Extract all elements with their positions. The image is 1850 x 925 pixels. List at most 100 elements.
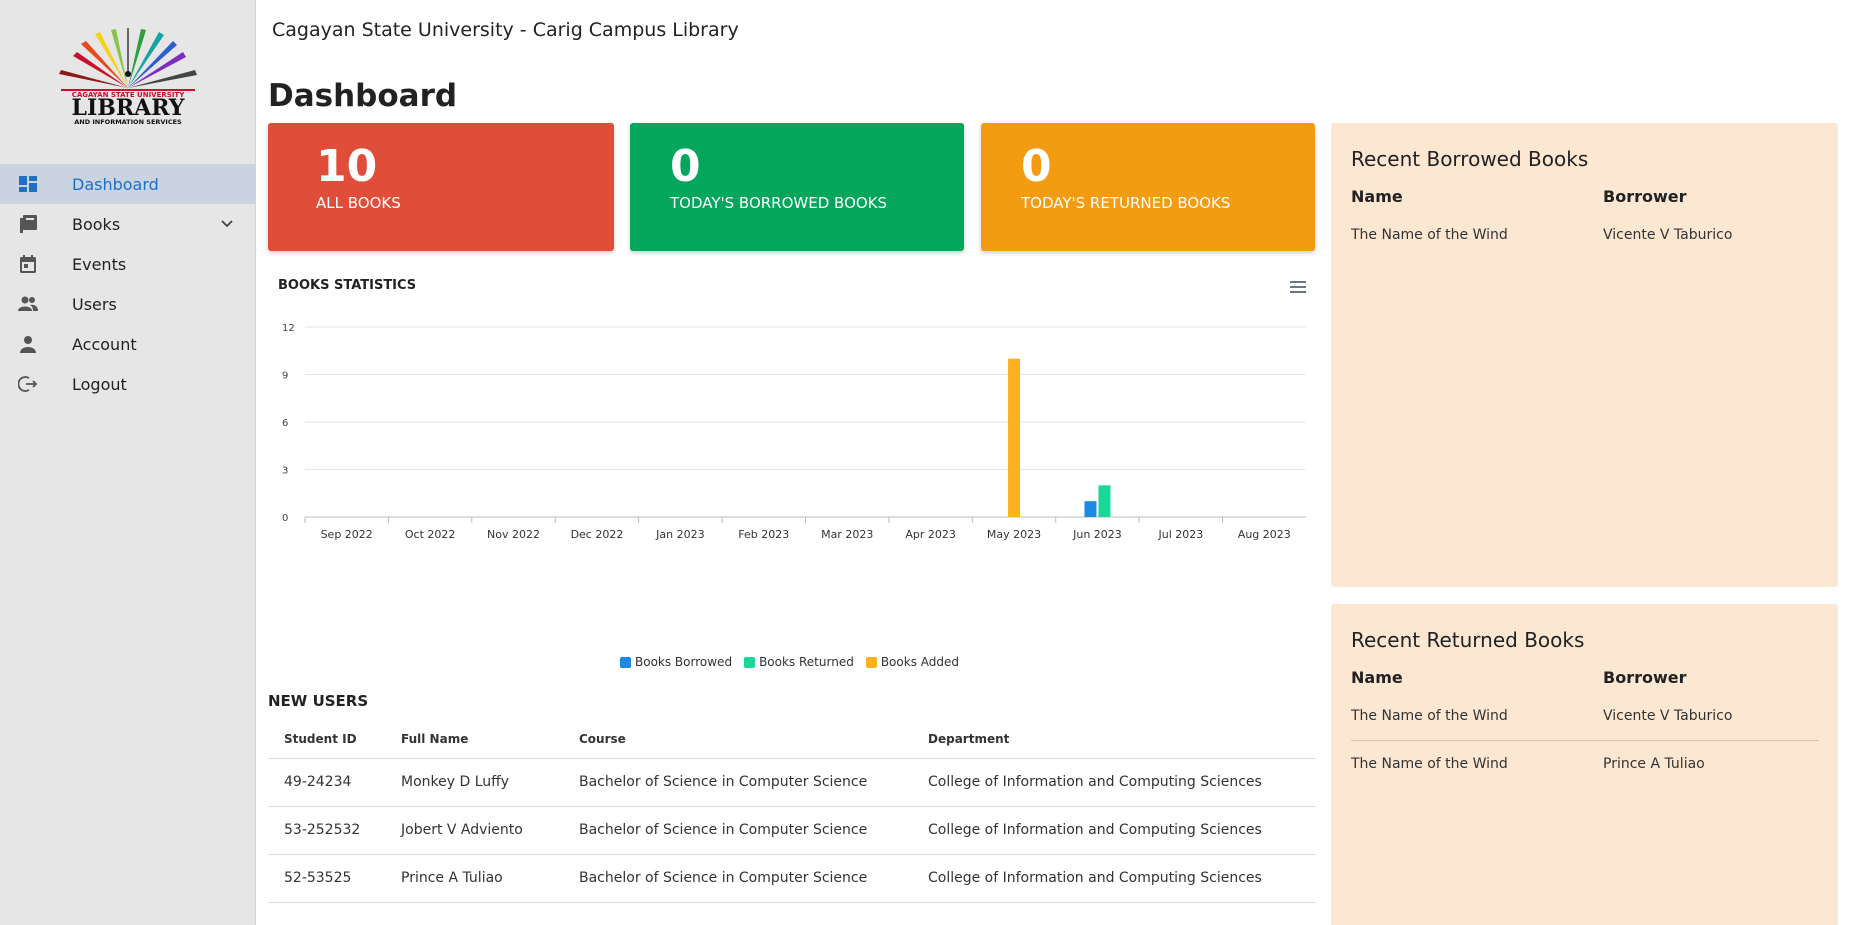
- column-header: Borrower: [1603, 667, 1687, 687]
- table-row[interactable]: 53-252532 Jobert V Adviento Bachelor of …: [268, 806, 1316, 855]
- table-row[interactable]: The Name of the Wind Vicente V Taburico: [1351, 211, 1819, 259]
- x-tick-label: Oct 2022: [405, 528, 456, 541]
- panel-title: Recent Returned Books: [1351, 628, 1585, 652]
- sidebar-nav: Dashboard Books Events Users Account Log…: [0, 164, 256, 404]
- sidebar-item-logout[interactable]: Logout: [0, 364, 256, 404]
- sidebar: CAGAYAN STATE UNIVERSITY LIBRARY AND INF…: [0, 0, 256, 925]
- logout-icon: [18, 376, 38, 392]
- table-header-row: Name Borrower: [1351, 662, 1819, 692]
- table-cell: Vicente V Taburico: [1603, 227, 1733, 243]
- y-tick-label: 9: [282, 371, 288, 382]
- sidebar-item-label: Users: [72, 294, 117, 314]
- panel-title: Recent Borrowed Books: [1351, 147, 1589, 171]
- books-statistics-chart: 0 3 6 9 12 Sep 2022 Oct 2022 Nov 2022 Dec 2022 Ja…: [282, 323, 1306, 541]
- column-header: Course: [563, 720, 912, 759]
- bar-books-returned: [1098, 485, 1111, 517]
- stat-value: 0: [1021, 141, 1052, 192]
- table-cell: The Name of the Wind: [1351, 692, 1603, 741]
- sidebar-item-label: Dashboard: [72, 174, 159, 194]
- table-header-row: Student ID Full Name Course Department: [268, 720, 1316, 759]
- x-tick-label: Apr 2023: [905, 528, 956, 541]
- recent-borrowed-table: Name Borrower The Name of the Wind Vicen…: [1351, 181, 1819, 259]
- stat-value: 10: [316, 141, 378, 192]
- legend-label: Books Borrowed: [635, 655, 733, 669]
- stat-label: TODAY'S RETURNED BOOKS: [1021, 194, 1231, 212]
- recent-borrowed-panel: Recent Borrowed Books Name Borrower The …: [1331, 123, 1838, 587]
- stat-card-borrowed-today[interactable]: 0 TODAY'S BORROWED BOOKS: [630, 123, 964, 251]
- column-header: Name: [1351, 667, 1403, 687]
- x-tick-label: Jan 2023: [655, 528, 704, 541]
- bar-books-added: [1008, 358, 1021, 517]
- table-cell: Bachelor of Science in Computer Science: [563, 806, 912, 855]
- legend-swatch: [865, 656, 877, 668]
- new-users-title: NEW USERS: [268, 692, 369, 710]
- x-tick-label: Aug 2023: [1238, 528, 1291, 541]
- stat-card-all-books[interactable]: 10 ALL BOOKS: [268, 123, 614, 251]
- y-tick-label: 3: [282, 466, 288, 477]
- table-cell: College of Information and Computing Sci…: [912, 854, 1316, 903]
- x-tick-label: Sep 2022: [321, 528, 373, 541]
- column-header: Full Name: [385, 720, 563, 759]
- bar-books-borrowed: [1084, 501, 1097, 517]
- table-row[interactable]: 52-53525 Prince A Tuliao Bachelor of Sci…: [268, 854, 1316, 903]
- table-cell: College of Information and Computing Sci…: [912, 758, 1316, 807]
- table-cell: Vicente V Taburico: [1603, 692, 1819, 741]
- legend-label: Books Added: [880, 655, 959, 669]
- x-tick-label: Jun 2023: [1072, 528, 1122, 541]
- x-tick-label: Mar 2023: [821, 528, 873, 541]
- table-row[interactable]: 49-24234 Monkey D Luffy Bachelor of Scie…: [268, 758, 1316, 807]
- table-row[interactable]: The Name of the Wind Prince A Tuliao: [1351, 740, 1819, 788]
- stat-label: ALL BOOKS: [316, 194, 401, 212]
- sidebar-item-events[interactable]: Events: [0, 244, 256, 284]
- x-tick-label: Dec 2022: [571, 528, 624, 541]
- person-icon: [20, 336, 36, 353]
- recent-returned-panel: Recent Returned Books Name Borrower The …: [1331, 604, 1838, 925]
- table-cell: College of Information and Computing Sci…: [912, 806, 1316, 855]
- legend-label: Books Returned: [759, 655, 854, 669]
- legend-swatch: [620, 656, 631, 668]
- table-cell: Bachelor of Science in Computer Science: [563, 854, 912, 903]
- users-icon: [18, 296, 38, 311]
- table-cell: 53-252532: [268, 806, 385, 855]
- chevron-down-icon[interactable]: [220, 218, 234, 230]
- x-tick-label: Feb 2023: [738, 528, 789, 541]
- stat-card-returned-today[interactable]: 0 TODAY'S RETURNED BOOKS: [981, 123, 1315, 251]
- sidebar-item-books[interactable]: Books: [0, 204, 256, 244]
- site-title: Cagayan State University - Carig Campus …: [272, 19, 739, 41]
- new-users-table: Student ID Full Name Course Department 4…: [268, 720, 1316, 903]
- recent-returned-table: Name Borrower The Name of the Wind Vicen…: [1351, 662, 1819, 788]
- hamburger-menu-icon[interactable]: [1290, 280, 1306, 294]
- table-header-row: Name Borrower: [1351, 181, 1819, 211]
- column-header: Borrower: [1603, 186, 1687, 206]
- dashboard-icon: [19, 176, 37, 192]
- y-tick-label: 12: [282, 323, 295, 334]
- column-header: Department: [912, 720, 1316, 759]
- table-cell: 52-53525: [268, 854, 385, 903]
- library-logo: CAGAYAN STATE UNIVERSITY LIBRARY AND INF…: [59, 28, 197, 126]
- table-cell: 49-24234: [268, 758, 385, 807]
- table-row[interactable]: The Name of the Wind Vicente V Taburico: [1351, 692, 1819, 741]
- x-tick-label: Jul 2023: [1157, 528, 1203, 541]
- sidebar-item-account[interactable]: Account: [0, 324, 256, 364]
- x-tick-label: May 2023: [987, 528, 1041, 541]
- legend-item[interactable]: Books Returned: [744, 655, 854, 669]
- legend-item[interactable]: Books Borrowed: [620, 655, 732, 669]
- x-tick-label: Nov 2022: [487, 528, 540, 541]
- legend-item[interactable]: Books Added: [865, 655, 959, 669]
- column-header: Student ID: [268, 720, 385, 759]
- table-cell: Jobert V Adviento: [385, 806, 563, 855]
- column-header: Name: [1351, 186, 1403, 206]
- table-cell: Monkey D Luffy: [385, 758, 563, 807]
- table-cell: The Name of the Wind: [1351, 756, 1508, 773]
- books-icon: [20, 215, 37, 233]
- sidebar-item-label: Events: [72, 254, 127, 274]
- stat-label: TODAY'S BORROWED BOOKS: [670, 194, 888, 212]
- table-cell: Prince A Tuliao: [385, 854, 563, 903]
- sidebar-item-dashboard[interactable]: Dashboard: [0, 164, 256, 204]
- sidebar-item-users[interactable]: Users: [0, 284, 256, 324]
- page-title: Dashboard: [268, 78, 458, 114]
- table-cell: Prince A Tuliao: [1603, 756, 1705, 773]
- chart-legend: Books Borrowed Books Returned Books Added: [620, 655, 959, 669]
- sidebar-item-label: Books: [72, 214, 121, 234]
- y-tick-label: 6: [282, 418, 288, 429]
